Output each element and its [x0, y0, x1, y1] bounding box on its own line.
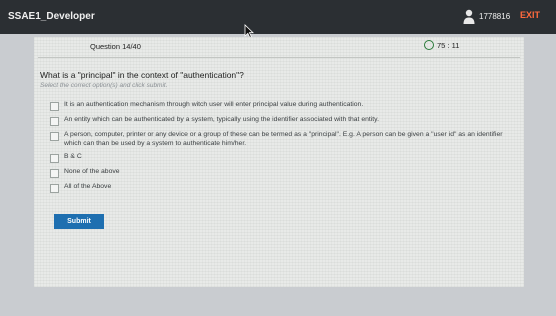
options-list: It is an authentication mechanism throug… — [50, 101, 520, 198]
app-title: SSAE1_Developer — [8, 11, 95, 22]
option-1[interactable]: It is an authentication mechanism throug… — [50, 101, 520, 111]
exit-button[interactable]: EXIT — [520, 10, 540, 20]
instruction-text: Select the correct option(s) and click s… — [40, 82, 168, 89]
option-2[interactable]: An entity which can be authenticated by … — [50, 116, 520, 126]
option-3[interactable]: A person, computer, printer or any devic… — [50, 131, 520, 148]
question-text: What is a "principal" in the context of … — [40, 70, 244, 80]
option-label: A person, computer, printer or any devic… — [64, 131, 503, 147]
option-checkbox[interactable] — [50, 117, 59, 126]
clock-icon — [424, 40, 434, 50]
timer-value: 75 : 11 — [437, 41, 460, 50]
option-label: None of the above — [64, 168, 120, 176]
divider — [38, 57, 520, 58]
option-6[interactable]: All of the Above — [50, 183, 520, 194]
top-bar: SSAE1_Developer 1778816 EXIT — [0, 0, 556, 34]
option-label: An entity which can be authenticated by … — [64, 116, 379, 123]
mouse-cursor-icon — [244, 24, 254, 38]
option-checkbox[interactable] — [50, 102, 59, 111]
user-icon — [463, 9, 475, 24]
option-5[interactable]: None of the above — [50, 168, 520, 179]
question-panel: Question 14/40 75 : 11 What is a "princi… — [34, 37, 524, 287]
option-checkbox[interactable] — [50, 169, 59, 179]
option-checkbox[interactable] — [50, 154, 59, 164]
option-label: B & C — [64, 153, 82, 161]
option-4[interactable]: B & C — [50, 153, 520, 164]
option-checkbox[interactable] — [50, 184, 59, 194]
option-label: It is an authentication mechanism throug… — [64, 101, 364, 108]
option-label: All of the Above — [64, 183, 112, 191]
user-id: 1778816 — [479, 12, 511, 21]
submit-button[interactable]: Submit — [54, 214, 104, 229]
option-checkbox[interactable] — [50, 132, 59, 141]
question-number: Question 14/40 — [90, 42, 141, 51]
